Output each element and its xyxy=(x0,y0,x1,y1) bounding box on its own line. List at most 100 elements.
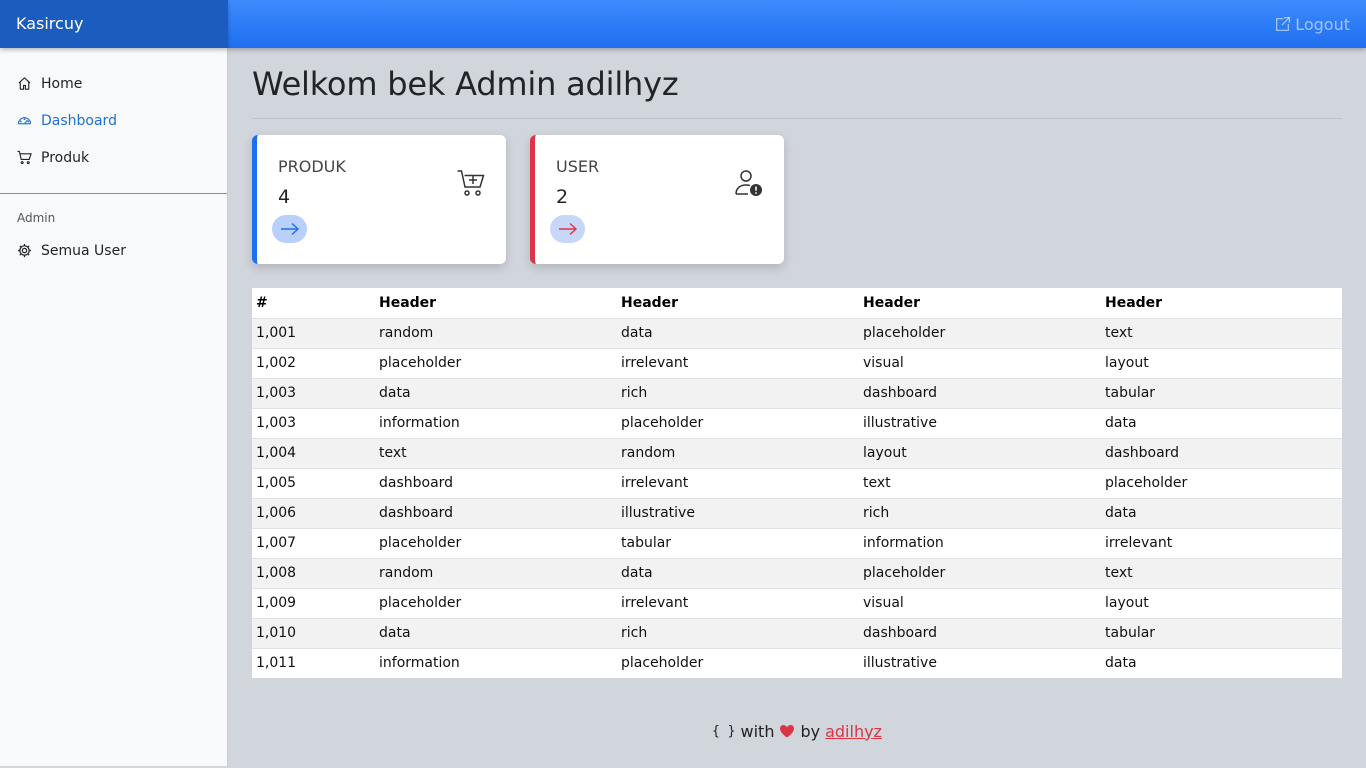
table-cell: text xyxy=(859,467,1101,498)
table-cell: 1,007 xyxy=(252,527,375,558)
stat-card-value: 4 xyxy=(278,186,291,208)
table-cell: 1,006 xyxy=(252,497,375,528)
table-cell: 1,002 xyxy=(252,347,375,378)
table-row: 1,010 data rich dashboard tabular xyxy=(252,617,1342,648)
table-cell: data xyxy=(375,377,617,408)
sidebar-item-home[interactable]: Home xyxy=(0,65,227,102)
table-cell: dashboard xyxy=(375,467,617,498)
table-cell: dashboard xyxy=(859,377,1101,408)
table-cell: placeholder xyxy=(859,317,1101,348)
table-cell: rich xyxy=(859,497,1101,528)
top-navbar: Logout xyxy=(228,0,1366,48)
table-row: 1,003 data rich dashboard tabular xyxy=(252,377,1342,408)
table-cell: rich xyxy=(617,377,859,408)
table-cell: text xyxy=(375,437,617,468)
table-cell: rich xyxy=(617,617,859,648)
speedometer-icon xyxy=(17,117,32,125)
table-row: 1,008 random data placeholder text xyxy=(252,557,1342,588)
gear-icon xyxy=(17,243,32,258)
footer-with-text: with xyxy=(740,721,775,741)
table-cell: placeholder xyxy=(617,407,859,438)
data-table: # Header Header Header Header 1,001 rando… xyxy=(252,288,1342,678)
table-row: 1,009 placeholder irrelevant visual layout xyxy=(252,587,1342,618)
author-link[interactable]: adilhyz xyxy=(825,722,882,741)
sidebar-item-semua-user[interactable]: Semua User xyxy=(0,232,227,269)
table-cell: placeholder xyxy=(375,527,617,558)
page-title: Welkom bek Admin adilhyz xyxy=(252,65,679,103)
column-header: Header xyxy=(859,288,1101,319)
table-cell: visual xyxy=(859,347,1101,378)
table-cell: 1,004 xyxy=(252,437,375,468)
sidebar-item-label: Home xyxy=(41,75,83,92)
table-cell: illustrative xyxy=(859,407,1101,438)
table-row: 1,011 information placeholder illustrative d… xyxy=(252,647,1342,678)
table-cell: layout xyxy=(1101,587,1342,618)
stat-card-label: PRODUK xyxy=(278,157,346,176)
box-arrow-up-right-icon xyxy=(1276,16,1291,31)
stat-cards: PRODUK 4 USER 2 xyxy=(252,135,1342,264)
table-cell: tabular xyxy=(1101,377,1342,408)
table-cell: data xyxy=(375,617,617,648)
main-content: Welkom bek Admin adilhyz PRODUK 4 USER 2 xyxy=(252,48,1342,678)
table-body: 1,001 random data placeholder text 1,002 place… xyxy=(252,317,1342,678)
cart-plus-icon xyxy=(457,170,485,196)
table-row: 1,002 placeholder irrelevant visual layout xyxy=(252,347,1342,378)
column-header: Header xyxy=(375,288,617,319)
stat-card-user: USER 2 xyxy=(530,135,784,264)
logout-link[interactable]: Logout xyxy=(1274,0,1350,48)
table-cell: data xyxy=(617,317,859,348)
sidebar-section-admin: Admin xyxy=(17,211,56,225)
sidebar-item-produk[interactable]: Produk xyxy=(0,139,227,176)
sidebar-item-label: Semua User xyxy=(41,242,126,259)
table-cell: placeholder xyxy=(859,557,1101,588)
table-cell: dashboard xyxy=(1101,437,1342,468)
column-header: # xyxy=(252,288,375,319)
table-cell: data xyxy=(1101,407,1342,438)
stat-card-produk: PRODUK 4 xyxy=(252,135,506,264)
sidebar-item-dashboard[interactable]: Dashboard xyxy=(0,102,227,139)
table-cell: irrelevant xyxy=(617,467,859,498)
table-cell: illustrative xyxy=(617,497,859,528)
user-details-button[interactable] xyxy=(550,215,585,243)
cart-icon xyxy=(17,150,32,165)
stat-card-label: USER xyxy=(556,157,600,176)
table-cell: irrelevant xyxy=(617,347,859,378)
table-cell: data xyxy=(1101,647,1342,678)
table-cell: random xyxy=(617,437,859,468)
table-cell: placeholder xyxy=(375,347,617,378)
table-row: 1,007 placeholder tabular information irrele… xyxy=(252,527,1342,558)
table-cell: layout xyxy=(859,437,1101,468)
table-cell: random xyxy=(375,317,617,348)
sidebar-nav: Home Dashboard Produk xyxy=(0,48,227,176)
table-row: 1,001 random data placeholder text xyxy=(252,317,1342,348)
table-cell: layout xyxy=(1101,347,1342,378)
app-brand[interactable]: Kasircuy xyxy=(0,0,228,48)
table-cell: placeholder xyxy=(617,647,859,678)
table-cell: tabular xyxy=(1101,617,1342,648)
table-cell: random xyxy=(375,557,617,588)
sidebar-divider xyxy=(0,193,227,194)
code-braces-icon: { } xyxy=(712,723,736,739)
table-cell: 1,010 xyxy=(252,617,375,648)
heart-icon xyxy=(780,725,795,738)
produk-details-button[interactable] xyxy=(272,215,307,243)
table-cell: dashboard xyxy=(375,497,617,528)
column-header: Header xyxy=(617,288,859,319)
table-cell: information xyxy=(375,647,617,678)
person-exclamation-icon xyxy=(735,170,762,196)
footer-by-text: by xyxy=(800,721,821,741)
table-cell: 1,003 xyxy=(252,407,375,438)
table-cell: 1,005 xyxy=(252,467,375,498)
table-row: 1,004 text random layout dashboard xyxy=(252,437,1342,468)
column-header: Header xyxy=(1101,288,1342,319)
footer: { } with by adilhyz xyxy=(228,718,1366,744)
stat-card-value: 2 xyxy=(556,186,569,208)
table-cell: 1,003 xyxy=(252,377,375,408)
arrow-right-icon xyxy=(280,222,299,236)
table-cell: 1,001 xyxy=(252,317,375,348)
table-cell: data xyxy=(1101,497,1342,528)
table-cell: visual xyxy=(859,587,1101,618)
table-cell: information xyxy=(375,407,617,438)
table-row: 1,005 dashboard irrelevant text placeholder xyxy=(252,467,1342,498)
arrow-right-icon xyxy=(558,222,577,236)
